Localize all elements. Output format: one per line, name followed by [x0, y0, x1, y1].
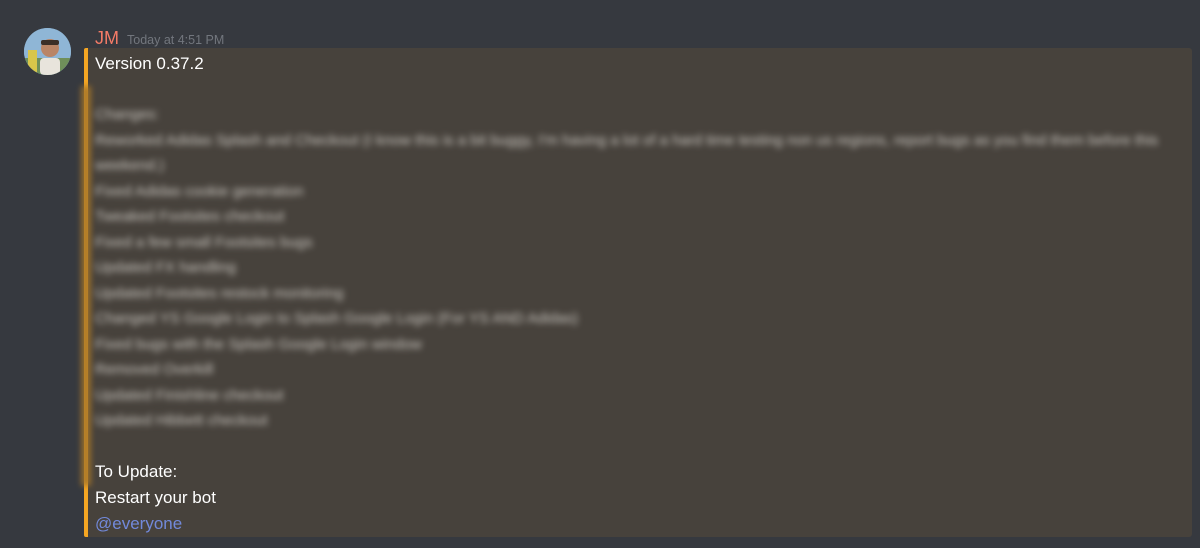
- changes-label: Changes:: [95, 106, 160, 123]
- message-embed: Version 0.37.2 Changes: Reworked Adidas …: [81, 48, 1192, 537]
- everyone-mention[interactable]: @everyone: [95, 514, 182, 533]
- message-timestamp: Today at 4:51 PM: [127, 33, 225, 47]
- change-item: Updated Finishline checkout: [95, 386, 284, 404]
- change-item: Fixed a few small Footsites bugs: [95, 233, 313, 251]
- change-item: Reworked Adidas Splash and Checkout (I k…: [95, 131, 1159, 175]
- author-name[interactable]: JM: [95, 28, 119, 49]
- chat-message: JM Today at 4:51 PM Version 0.37.2 Chang…: [0, 0, 1200, 548]
- change-item: Removed Overkill: [95, 361, 214, 378]
- change-item: Updated FX handling: [95, 259, 236, 276]
- change-item: Updated Footsites restock monitoring: [95, 284, 344, 302]
- change-item: Tweaked Footsites checkout: [95, 208, 285, 225]
- change-item: Changed YS Google Login to Splash Google…: [95, 310, 579, 327]
- changelog-text: Changes: Reworked Adidas Splash and Chec…: [95, 102, 1175, 434]
- blurred-accent-bar: [81, 86, 91, 486]
- avatar-photo-icon: [24, 28, 71, 75]
- embed-title: Version 0.37.2: [95, 54, 204, 73]
- user-avatar[interactable]: [24, 28, 71, 75]
- message-header: JM Today at 4:51 PM: [95, 28, 224, 50]
- change-item: Fixed bugs with the Splash Google Login …: [95, 335, 422, 353]
- blurred-changelog: Changes: Reworked Adidas Splash and Chec…: [81, 86, 1182, 486]
- update-instruction: Restart your bot: [95, 488, 216, 507]
- update-heading: To Update:: [95, 462, 178, 481]
- update-section: To Update: Restart your bot @everyone: [95, 459, 216, 537]
- change-item: Updated Hibbett checkout: [95, 412, 268, 429]
- change-item: Fixed Adidas cookie generation: [95, 182, 304, 200]
